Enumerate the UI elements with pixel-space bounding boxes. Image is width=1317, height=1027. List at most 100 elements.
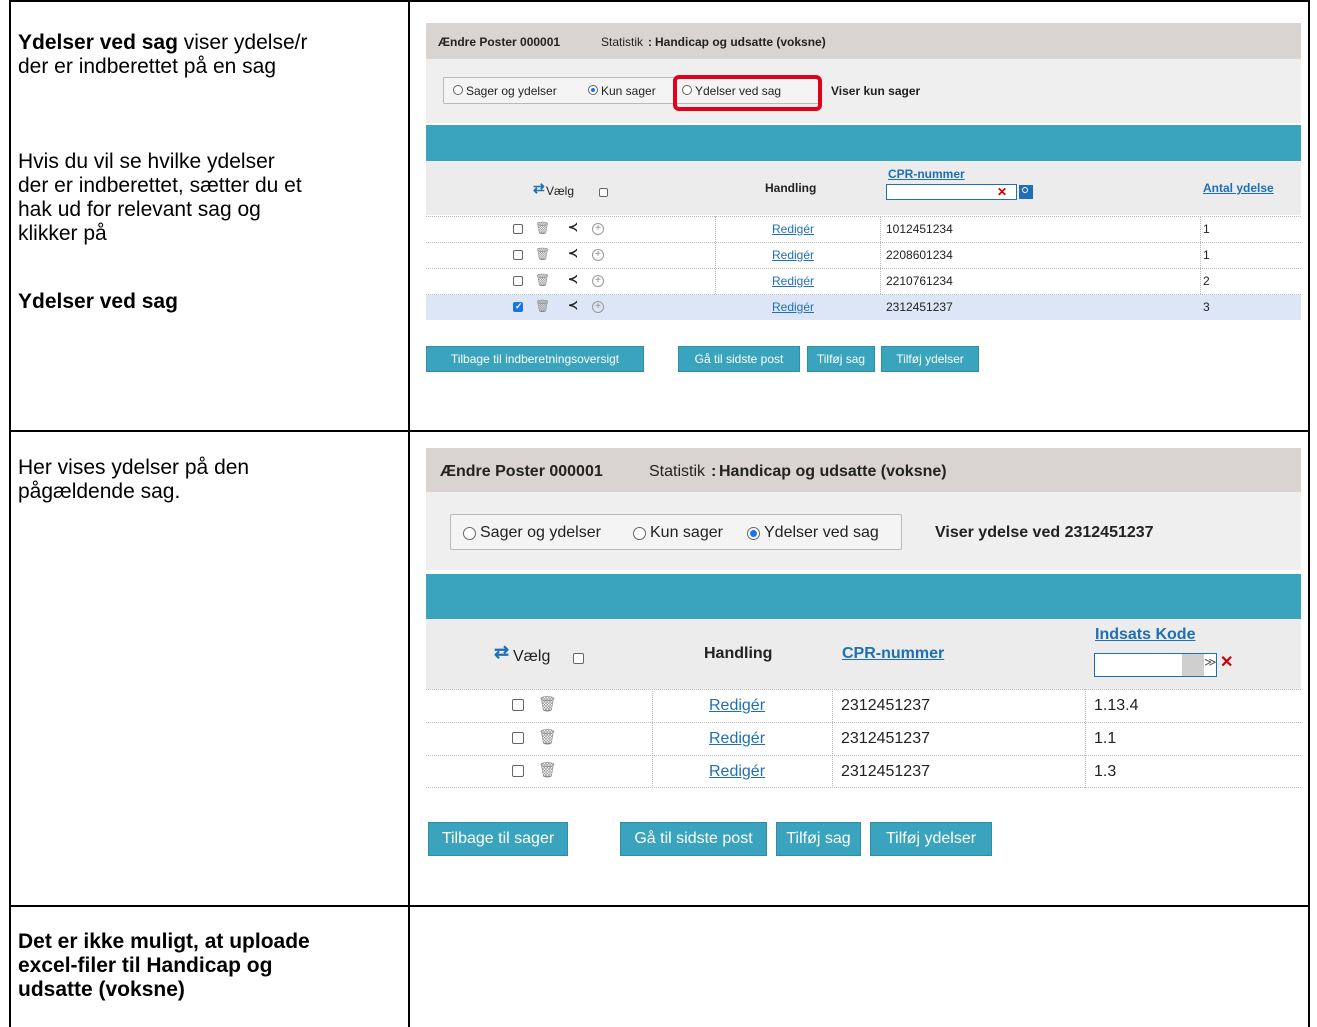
row2-text: Her vises ydelser på den pågældende sag. [18,456,249,504]
radio-sager-og-ydelser[interactable] [463,527,476,540]
table-row: 🗑 Redigér 2312451237 1.1 [426,723,1301,755]
title-value: Handicap og udsatte (voksne) [719,463,947,480]
header-action: Handling [765,181,817,195]
row-checkbox[interactable] [512,765,524,777]
cpr-cell: 2208601234 [886,248,953,262]
row-checkbox[interactable] [512,732,524,744]
share-icon[interactable]: ≺ [568,298,578,312]
trash-icon[interactable]: 🗑 [535,221,550,235]
radio-label-kun-sager[interactable]: Kun sager [601,84,656,98]
radio-label-sager-og-ydelser[interactable]: Sager og ydelser [480,524,601,542]
trash-icon[interactable]: 🗑 [535,299,550,313]
row-checkbox[interactable] [512,699,524,711]
header-count-sort[interactable]: Antal ydelse [1203,181,1274,195]
cpr-cell: 2312451237 [841,697,930,714]
add-icon[interactable]: + [592,249,604,261]
trash-icon[interactable]: 🗑 [535,247,550,261]
row1-paragraph2: Hvis du vil se hvilke ydelser der er ind… [18,150,302,246]
row2-line2: pågældende sag. [18,480,181,503]
add-icon[interactable]: + [592,301,604,313]
column-header-row: ⇄ Vælg Handling CPR-nummer Indsats Kode … [426,619,1301,689]
edit-link[interactable]: Redigér [709,697,765,715]
trash-icon[interactable]: 🗑 [538,695,557,713]
header-code-sort[interactable]: Indsats Kode [1095,626,1195,644]
table-border-top [9,0,1310,2]
radio-label-kun-sager[interactable]: Kun sager [650,524,723,542]
share-icon[interactable]: ≺ [568,272,578,286]
add-icon[interactable]: + [592,223,604,235]
p2-line4: klikker på [18,222,107,245]
row3-line3: udsatte (voksne) [18,978,185,1001]
refresh-icon[interactable]: ⇄ [494,642,509,663]
table-row: 🗑 Redigér 2312451237 1.3 [426,756,1301,788]
screenshot-kun-sager: Ændre Poster 000001 Statistik : Handicap… [426,23,1301,408]
back-to-cases-button[interactable]: Tilbage til sager [428,822,568,856]
count-cell: 2 [1203,274,1210,288]
select-all-checkbox[interactable] [573,653,584,664]
code-filter-select[interactable]: ≫ [1094,653,1217,677]
trash-icon[interactable]: 🗑 [538,728,557,746]
teal-header [426,574,1301,619]
row2-line1: Her vises ydelser på den [18,456,250,479]
header-cpr-sort[interactable]: CPR-nummer [842,645,944,663]
edit-link[interactable]: Redigér [772,222,814,236]
cpr-cell: 2312451237 [886,300,953,314]
radio-ydelser-ved-sag[interactable] [747,527,760,540]
row3-line1: Det er ikke muligt, at uploade [18,930,310,953]
row-checkbox[interactable] [513,224,523,234]
row3-line2: excel-filer til Handicap og [18,954,273,977]
clear-icon[interactable]: ✕ [1220,652,1233,672]
table-border-right [1308,0,1310,1027]
add-case-button[interactable]: Tilføj sag [807,346,875,372]
dropdown-swatch [1182,654,1204,676]
status-text: Viser ydelse ved 2312451237 [935,524,1154,541]
table-row-selected: 🗑 ≺ + Redigér 2312451237 3 [426,295,1301,320]
code-cell: 1.13.4 [1094,697,1139,714]
radio-kun-sager[interactable] [633,527,646,540]
search-icon[interactable] [1019,185,1033,199]
add-ydelser-button[interactable]: Tilføj ydelser [870,822,992,856]
row-checkbox[interactable] [513,301,523,312]
radio-kun-sager[interactable] [588,85,598,95]
trash-icon[interactable]: 🗑 [535,273,550,287]
chevron-down-icon[interactable]: ≫ [1204,655,1217,669]
title-colon: : [711,463,717,480]
add-icon[interactable]: + [592,275,604,287]
header-select: Vælg [513,648,551,665]
go-to-last-post-button[interactable]: Gå til sidste post [678,346,800,372]
code-cell: 1.1 [1094,730,1117,747]
row-checkbox[interactable] [513,276,523,286]
add-case-button[interactable]: Tilføj sag [776,822,861,856]
edit-link[interactable]: Redigér [709,763,765,781]
trash-icon[interactable]: 🗑 [538,761,557,779]
title-bold: Ændre Poster 000001 [440,463,603,480]
edit-link[interactable]: Redigér [772,274,814,288]
cpr-cell: 2210761234 [886,274,953,288]
results-table: 🗑 ≺ + Redigér 1012451234 1 🗑 ≺ + Redigér… [426,216,1301,320]
radio-sager-og-ydelser[interactable] [453,85,463,95]
refresh-icon[interactable]: ⇄ [533,180,545,197]
select-all-checkbox[interactable] [599,188,608,197]
title-bold: Ændre Poster 000001 [438,35,561,49]
radio-label-ydelser-ved-sag[interactable]: Ydelser ved sag [764,524,879,542]
filter-bar: Sager og ydelser Kun sager Ydelser ved s… [426,492,1301,570]
back-to-overview-button[interactable]: Tilbage til indberetningsoversigt [426,346,644,372]
go-to-last-post-button[interactable]: Gå til sidste post [620,822,767,856]
edit-link[interactable]: Redigér [772,248,814,262]
radio-label-sager-og-ydelser[interactable]: Sager og ydelser [466,84,557,98]
ydelser-lead-rest: viser ydelse/r [177,31,308,54]
row-checkbox[interactable] [513,250,523,260]
header-cpr-sort[interactable]: CPR-nummer [888,167,965,181]
p2-line3: hak ud for relevant sag og [18,198,261,221]
share-icon[interactable]: ≺ [568,220,578,234]
edit-link[interactable]: Redigér [709,730,765,748]
table-border-left [9,0,11,1027]
edit-link[interactable]: Redigér [772,300,814,314]
cpr-cell: 2312451237 [841,730,930,747]
add-ydelser-button[interactable]: Tilføj ydelser [881,346,979,372]
filter-bar: Sager og ydelser Kun sager Ydelser ved s… [426,59,1301,123]
share-icon[interactable]: ≺ [568,246,578,260]
code-cell: 1.3 [1094,763,1117,780]
row-divider [426,787,1301,788]
clear-icon[interactable]: ✕ [997,185,1007,199]
